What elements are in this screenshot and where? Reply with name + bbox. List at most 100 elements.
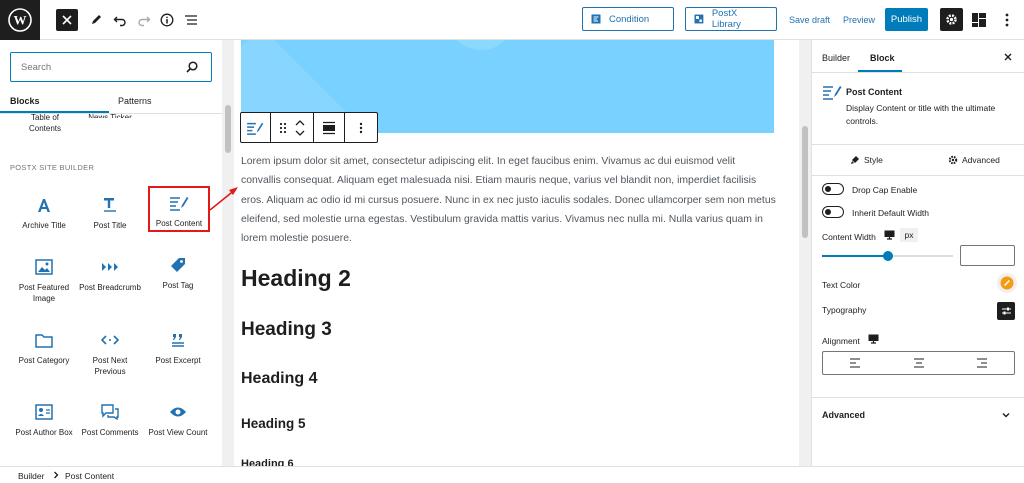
heading-5[interactable]: Heading 5 bbox=[241, 416, 306, 431]
style-tab-label: Style bbox=[864, 155, 883, 165]
brush-icon bbox=[851, 156, 859, 164]
breadcrumb-item[interactable]: Builder bbox=[18, 471, 44, 481]
archive-title-icon bbox=[33, 194, 55, 216]
align-button[interactable] bbox=[314, 113, 346, 142]
text-color-picker[interactable] bbox=[997, 273, 1017, 293]
block-item-post-comments[interactable]: Post Comments bbox=[78, 395, 142, 457]
settings-sidebar: Builder Block Post Content Display Conte… bbox=[811, 40, 1024, 466]
block-item-post-title[interactable]: Post Title bbox=[78, 188, 142, 250]
block-item-post-excerpt[interactable]: Post Excerpt bbox=[146, 323, 210, 385]
block-item-label: Post View Count bbox=[148, 428, 208, 437]
block-item-post-featured-image[interactable]: Post Featured Image bbox=[12, 250, 76, 312]
search-input[interactable] bbox=[21, 59, 181, 75]
align-left-icon bbox=[849, 358, 860, 368]
block-item-post-next-previous[interactable]: Post Next Previous bbox=[78, 323, 142, 385]
tag-icon bbox=[167, 254, 189, 276]
drop-cap-toggle[interactable] bbox=[822, 183, 844, 195]
block-options-button[interactable] bbox=[345, 113, 377, 142]
desktop-icon[interactable] bbox=[868, 334, 879, 344]
color-picker-icon bbox=[1000, 276, 1014, 290]
alignment-group bbox=[822, 351, 1015, 375]
post-content-icon bbox=[823, 86, 842, 100]
block-item-post-view-count[interactable]: Post View Count bbox=[146, 395, 210, 457]
excerpt-icon bbox=[167, 329, 189, 351]
wordpress-logo-icon[interactable]: W bbox=[0, 0, 40, 40]
tab-blocks[interactable]: Blocks bbox=[10, 96, 40, 106]
content-width-slider-handle[interactable] bbox=[882, 251, 893, 261]
block-item-label: Post Title bbox=[93, 221, 127, 230]
heading-2[interactable]: Heading 2 bbox=[241, 265, 351, 292]
postx-library-button[interactable]: PostX Library bbox=[685, 7, 777, 31]
divider bbox=[812, 144, 1024, 145]
condition-label: Condition bbox=[609, 13, 650, 25]
publish-button[interactable]: Publish bbox=[885, 8, 928, 31]
details-button[interactable] bbox=[155, 8, 179, 32]
block-item-label: Post Author Box bbox=[15, 428, 73, 437]
editor-top-toolbar: W Condition PostX Library Save draft Pre… bbox=[0, 0, 1024, 40]
move-up-down-icon[interactable] bbox=[295, 119, 305, 137]
postx-panel-button[interactable] bbox=[968, 9, 990, 31]
heading-3[interactable]: Heading 3 bbox=[241, 319, 332, 341]
align-right-button[interactable] bbox=[950, 352, 1014, 374]
drag-handle-icon[interactable] bbox=[279, 122, 287, 134]
undo-button[interactable] bbox=[108, 8, 132, 32]
search-icon bbox=[186, 61, 198, 73]
options-button[interactable] bbox=[998, 8, 1016, 32]
breadcrumb-item[interactable]: Post Content bbox=[65, 471, 114, 481]
post-content-icon bbox=[247, 122, 264, 135]
typography-settings-button[interactable] bbox=[997, 302, 1015, 320]
block-item-label: Post Next Previous bbox=[92, 356, 128, 376]
tab-builder[interactable]: Builder bbox=[822, 53, 850, 63]
condition-button[interactable]: Condition bbox=[582, 7, 674, 31]
close-inserter-button[interactable] bbox=[56, 9, 78, 31]
block-item-archive-title[interactable]: Archive Title bbox=[12, 188, 76, 250]
postx-library-label: PostX Library bbox=[711, 8, 741, 30]
block-item-label: Post Category bbox=[18, 356, 70, 365]
search-box[interactable] bbox=[10, 52, 212, 82]
block-item-label[interactable]: Table of Contents bbox=[22, 112, 68, 134]
align-center-button[interactable] bbox=[887, 352, 951, 374]
inherit-width-label: Inherit Default Width bbox=[852, 208, 930, 218]
inherit-width-toggle[interactable] bbox=[822, 206, 844, 218]
save-draft-button[interactable]: Save draft bbox=[789, 15, 830, 25]
advanced-section-label[interactable]: Advanced bbox=[822, 410, 865, 420]
block-item-post-tag[interactable]: Post Tag bbox=[146, 248, 210, 310]
block-item-post-content[interactable]: Post Content bbox=[148, 186, 210, 232]
content-width-unit[interactable]: px bbox=[900, 228, 918, 242]
redo-button[interactable] bbox=[132, 8, 156, 32]
condition-icon bbox=[591, 14, 601, 24]
block-item-post-author-box[interactable]: Post Author Box bbox=[12, 395, 76, 457]
list-view-button[interactable] bbox=[179, 8, 203, 32]
block-item-post-breadcrumb[interactable]: Post Breadcrumb bbox=[78, 250, 142, 312]
align-left-button[interactable] bbox=[823, 352, 887, 374]
tab-style[interactable]: Style bbox=[850, 152, 883, 168]
postx-icon bbox=[972, 13, 986, 27]
chevron-down-icon[interactable] bbox=[1001, 410, 1011, 420]
tab-block[interactable]: Block bbox=[870, 53, 895, 63]
pencil-icon bbox=[92, 15, 101, 24]
content-width-input[interactable] bbox=[960, 245, 1015, 266]
desktop-icon[interactable] bbox=[884, 230, 895, 240]
block-item-label: Post Comments bbox=[81, 428, 139, 437]
heading-6[interactable]: Heading 6 bbox=[241, 458, 294, 466]
image-icon bbox=[33, 256, 55, 278]
settings-toggle-button[interactable] bbox=[940, 8, 963, 31]
tab-patterns[interactable]: Patterns bbox=[118, 96, 152, 106]
close-icon[interactable] bbox=[1001, 50, 1015, 64]
tab-advanced[interactable]: Advanced bbox=[948, 152, 1000, 168]
inserter-scrollbar[interactable] bbox=[222, 40, 234, 466]
tools-button[interactable] bbox=[84, 8, 108, 32]
block-item-label: Post Tag bbox=[162, 281, 194, 290]
chevron-right-icon bbox=[54, 471, 59, 479]
divider bbox=[812, 397, 1024, 398]
block-item-label[interactable]: News Ticker bbox=[86, 112, 134, 118]
preview-button[interactable]: Preview bbox=[843, 15, 875, 25]
canvas-scrollbar[interactable] bbox=[799, 40, 811, 466]
block-item-post-category[interactable]: Post Category bbox=[12, 323, 76, 385]
author-box-icon bbox=[33, 401, 55, 423]
library-icon bbox=[694, 14, 704, 24]
breadcrumb-icon bbox=[99, 256, 121, 278]
heading-4[interactable]: Heading 4 bbox=[241, 370, 317, 388]
post-content-paragraph[interactable]: Lorem ipsum dolor sit amet, consectetur … bbox=[241, 152, 776, 248]
block-type-button[interactable] bbox=[241, 113, 271, 142]
